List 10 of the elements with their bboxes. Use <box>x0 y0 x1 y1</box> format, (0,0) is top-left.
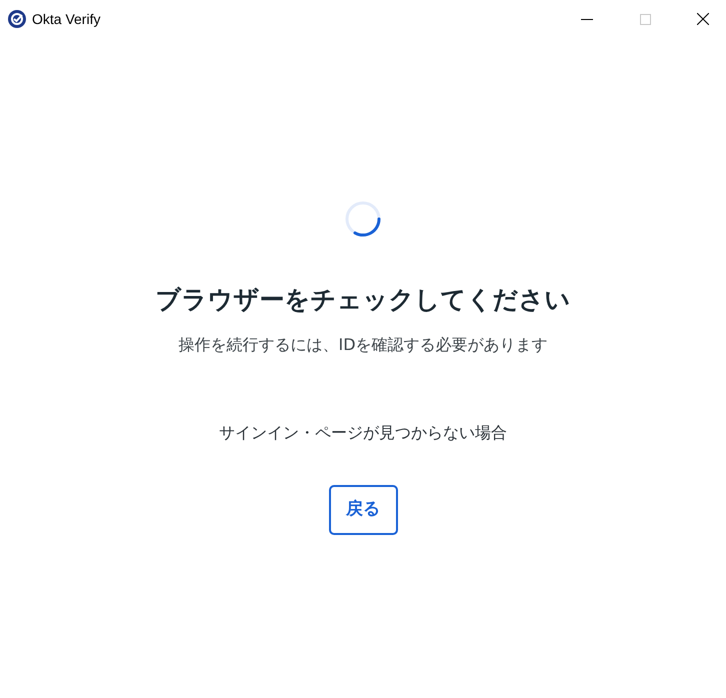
minimize-icon <box>581 18 593 20</box>
instruction-text: 操作を続行するには、IDを確認する必要があります <box>178 334 548 356</box>
close-icon <box>697 13 709 25</box>
page-heading: ブラウザーをチェックしてください <box>156 284 570 316</box>
maximize-icon <box>640 14 650 24</box>
loading-spinner-icon <box>345 201 381 237</box>
app-logo-icon <box>8 10 26 28</box>
help-link[interactable]: サインイン・ページが見つからない場合 <box>219 420 507 444</box>
back-button[interactable]: 戻る <box>328 484 398 534</box>
window-title: Okta Verify <box>32 10 100 29</box>
